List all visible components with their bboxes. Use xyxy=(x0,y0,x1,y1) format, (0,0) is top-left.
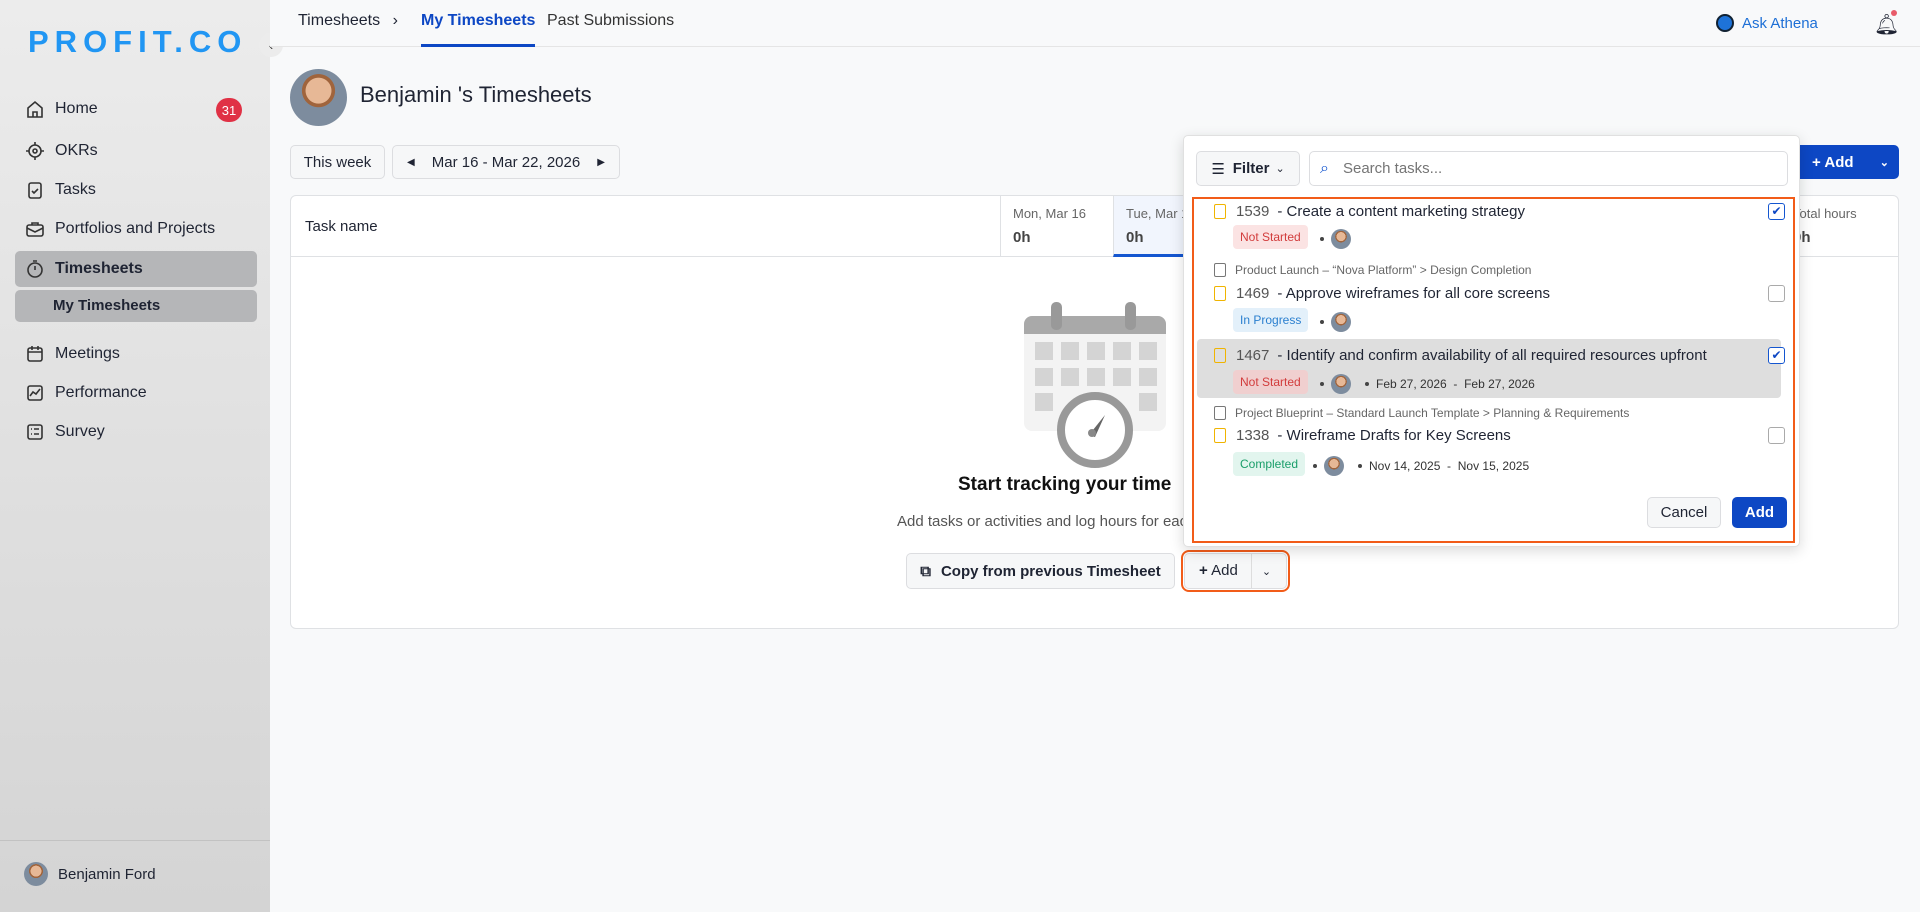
prev-week-icon[interactable]: ◀ xyxy=(407,157,415,168)
copy-previous-timesheet-button[interactable]: ⧉ Copy from previous Timesheet xyxy=(906,553,1175,589)
tab-past-submissions[interactable]: Past Submissions xyxy=(547,12,674,30)
logo: PROFIT.CO xyxy=(28,24,248,59)
status-badge: Completed xyxy=(1233,452,1306,476)
sidebar-item-survey[interactable]: Survey xyxy=(15,414,257,450)
cancel-button[interactable]: Cancel xyxy=(1647,497,1721,528)
target-icon xyxy=(26,142,44,160)
copy-icon: ⧉ xyxy=(920,562,931,580)
task-checkbox[interactable]: ✔ xyxy=(1768,203,1785,220)
status-badge: In Progress xyxy=(1233,308,1309,332)
date-range: Mar 16 - Mar 22, 2026 xyxy=(431,153,581,171)
clipboard-check-icon xyxy=(28,182,42,199)
home-icon xyxy=(27,100,43,118)
sidebar-item-my-timesheets[interactable]: My Timesheets xyxy=(15,290,257,322)
add-selected-button[interactable]: Add xyxy=(1732,497,1787,528)
sidebar-item-portfolios[interactable]: Portfolios and Projects xyxy=(15,211,257,247)
chart-icon xyxy=(27,385,43,401)
search-icon: ⌕ xyxy=(1320,159,1329,177)
project-icon xyxy=(1214,263,1226,277)
calendar-clock-illustration xyxy=(1024,302,1166,468)
ask-athena-link[interactable]: Ask Athena xyxy=(1742,15,1818,32)
project-icon xyxy=(1214,406,1226,420)
user-avatar-large xyxy=(290,69,347,126)
chevron-down-icon[interactable]: ⌄ xyxy=(1880,156,1889,169)
sidebar-item-home[interactable]: Home 31 xyxy=(15,91,257,127)
sidebar-item-okrs[interactable]: OKRs xyxy=(15,133,257,169)
top-bar: Timesheets › My Timesheets Past Submissi… xyxy=(270,0,1920,47)
task-icon xyxy=(1214,286,1226,301)
filter-icon: ☰ xyxy=(1211,160,1225,178)
notification-badge: 31 xyxy=(216,98,242,122)
checklist-icon xyxy=(27,424,43,440)
task-checkbox[interactable]: ✔ xyxy=(1768,347,1785,364)
task-checkbox[interactable] xyxy=(1768,285,1785,302)
sidebar-item-tasks[interactable]: Tasks xyxy=(15,172,257,208)
date-range-picker[interactable]: ◀ Mar 16 - Mar 22, 2026 ▶ xyxy=(392,145,620,179)
search-field[interactable]: ⌕ xyxy=(1309,151,1788,186)
assignee-avatar xyxy=(1331,229,1351,249)
add-split-button[interactable]: + Add ⌄ xyxy=(1800,145,1899,179)
label: OKRs xyxy=(55,142,98,159)
search-input[interactable] xyxy=(1342,160,1743,177)
stopwatch-icon xyxy=(27,260,43,278)
column-total-hours: Total hours 0h xyxy=(1793,206,1857,246)
task-name: - Approve wireframes for all core screen… xyxy=(1277,285,1550,302)
user-avatar[interactable] xyxy=(24,862,48,886)
add-button[interactable]: + Add xyxy=(1812,154,1854,171)
tab-my-timesheets[interactable]: My Timesheets xyxy=(421,12,536,47)
task-icon xyxy=(1214,204,1226,219)
empty-state-subtitle: Add tasks or activities and log hours fo… xyxy=(897,513,1196,530)
filter-button[interactable]: ☰ Filter ⌄ xyxy=(1196,151,1300,186)
notification-dot xyxy=(1891,10,1897,16)
bell-icon[interactable]: 🔔︎ xyxy=(1874,12,1899,37)
assignee-avatar xyxy=(1324,456,1344,476)
column-day: Mon, Mar 16 0h xyxy=(1000,196,1113,257)
breadcrumb-timesheets[interactable]: Timesheets xyxy=(298,12,380,29)
sidebar-item-meetings[interactable]: Meetings xyxy=(15,336,257,372)
task-name: - Create a content marketing strategy xyxy=(1277,203,1525,220)
label: Home xyxy=(55,100,98,117)
sidebar: PROFIT.CO ‹ Home31 OKRs Tasks Portfolios… xyxy=(0,0,283,912)
divider xyxy=(0,840,270,841)
label: Timesheets xyxy=(55,260,143,277)
label: Meetings xyxy=(55,345,120,362)
chevron-down-icon[interactable]: ⌄ xyxy=(1262,565,1271,578)
this-week-button[interactable]: This week xyxy=(290,145,385,179)
chevron-down-icon: ⌄ xyxy=(1275,163,1285,175)
assignee-avatar xyxy=(1331,312,1351,332)
briefcase-icon xyxy=(26,222,44,237)
label: Portfolios and Projects xyxy=(55,220,216,237)
add-button[interactable]: + Add xyxy=(1199,554,1252,588)
sidebar-item-performance[interactable]: Performance xyxy=(15,375,257,411)
task-list: 1539- Create a content marketing strateg… xyxy=(1192,197,1795,543)
add-dropdown-button[interactable]: + Add ⌄ xyxy=(1181,550,1290,592)
task-name: - Wireframe Drafts for Key Screens xyxy=(1277,427,1511,444)
task-icon xyxy=(1214,428,1226,443)
add-tasks-popup: ☰Filter⌄ ⌕ 1539- Create a content market… xyxy=(1183,135,1800,547)
task-checkbox[interactable] xyxy=(1768,427,1785,444)
calendar-icon xyxy=(27,346,43,362)
athena-icon xyxy=(1716,14,1734,32)
assignee-avatar xyxy=(1331,374,1351,394)
status-badge: Not Started xyxy=(1233,225,1308,249)
label: Tasks xyxy=(55,181,96,198)
label: Performance xyxy=(55,384,147,401)
task-name: - Identify and confirm availability of a… xyxy=(1277,347,1707,364)
empty-state-title: Start tracking your time xyxy=(958,474,1172,495)
page-title: Benjamin 's Timesheets xyxy=(360,82,592,107)
status-badge: Not Started xyxy=(1233,370,1308,394)
user-name[interactable]: Benjamin Ford xyxy=(58,866,156,883)
next-week-icon[interactable]: ▶ xyxy=(597,157,605,168)
breadcrumb[interactable]: Timesheets › xyxy=(298,12,398,30)
column-task-name: Task name xyxy=(291,196,1000,257)
task-icon xyxy=(1214,348,1226,363)
label: Survey xyxy=(55,423,105,440)
sidebar-item-timesheets[interactable]: Timesheets xyxy=(15,251,257,287)
